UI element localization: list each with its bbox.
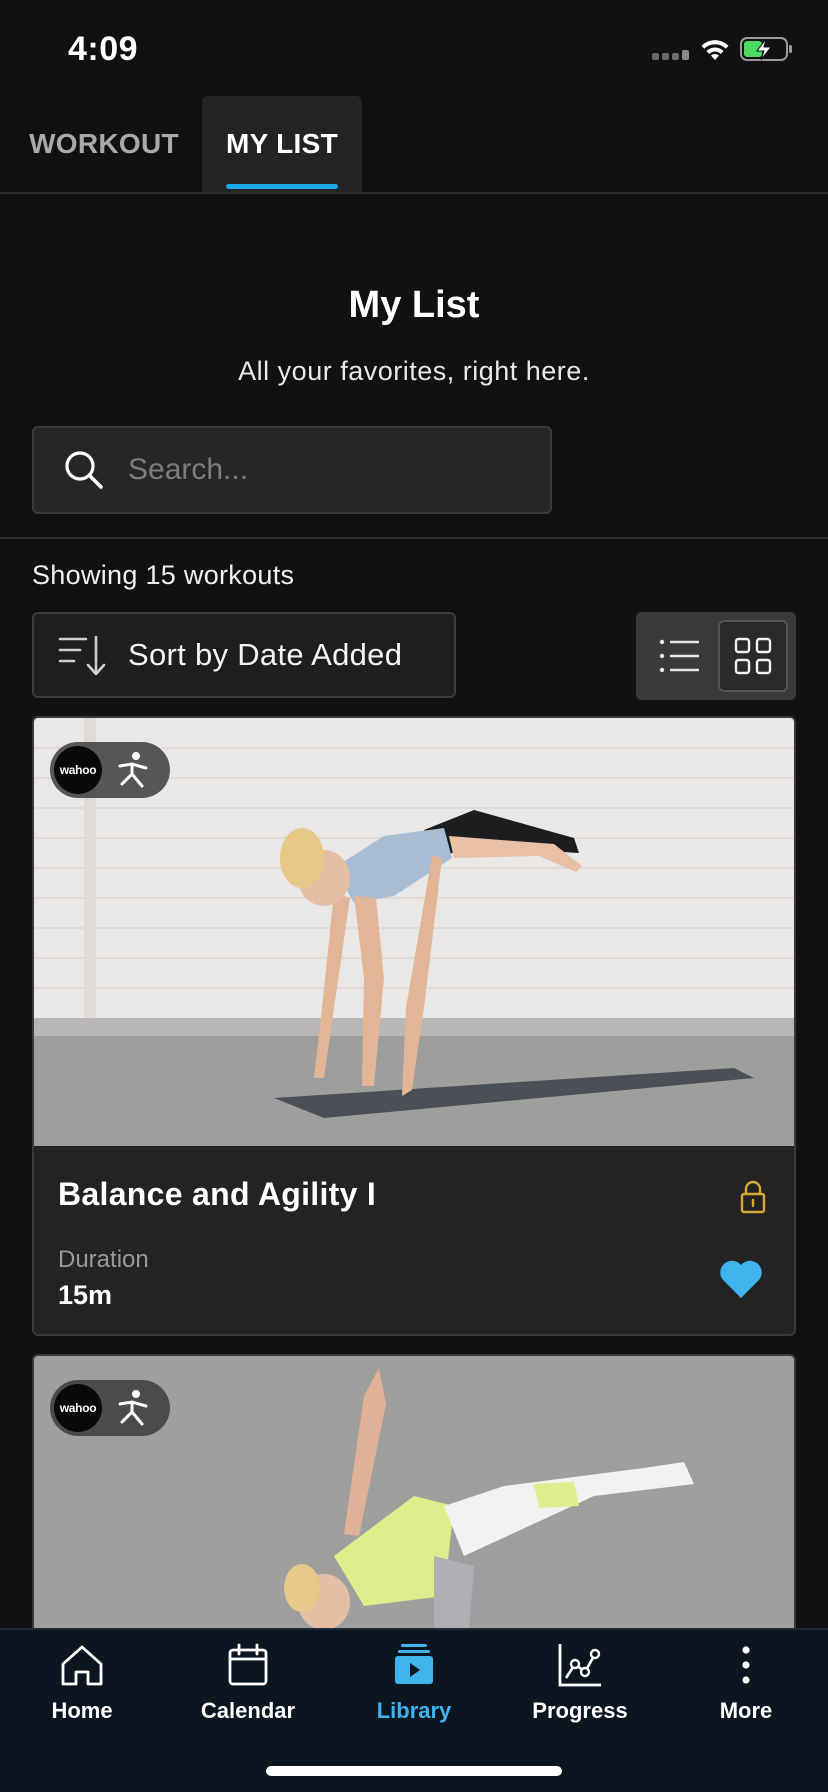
yoga-icon bbox=[118, 1390, 148, 1426]
workout-badge: wahoo bbox=[50, 1380, 170, 1436]
nav-progress[interactable]: Progress bbox=[505, 1642, 655, 1738]
more-icon bbox=[742, 1646, 750, 1684]
lock-icon bbox=[740, 1180, 766, 1214]
active-tab-indicator bbox=[226, 184, 338, 189]
grid-view-icon bbox=[734, 637, 772, 675]
search-icon bbox=[65, 451, 103, 489]
yoga-icon bbox=[118, 752, 148, 788]
tab-my-list[interactable]: MY LIST bbox=[202, 96, 362, 192]
page-subtitle: All your favorites, right here. bbox=[238, 356, 590, 386]
workout-thumbnail[interactable]: wahoo bbox=[34, 718, 794, 1146]
tab-workout[interactable]: WORKOUT bbox=[20, 96, 188, 192]
workout-badge: wahoo bbox=[50, 742, 170, 798]
page-title: My List bbox=[348, 284, 480, 326]
search-input[interactable] bbox=[128, 453, 550, 487]
calendar-icon bbox=[228, 1643, 268, 1686]
nav-label: Calendar bbox=[200, 1698, 296, 1723]
sort-descending-icon bbox=[58, 635, 106, 676]
workout-title: Balance and Agility I bbox=[58, 1176, 377, 1212]
home-indicator[interactable] bbox=[266, 1766, 562, 1776]
nav-label: Progress bbox=[532, 1698, 628, 1723]
nav-library[interactable]: Library bbox=[339, 1642, 489, 1738]
view-toggle bbox=[636, 612, 796, 700]
home-icon bbox=[61, 1645, 103, 1686]
duration-label: Duration bbox=[58, 1246, 149, 1273]
library-icon bbox=[395, 1644, 433, 1684]
wahoo-logo: wahoo bbox=[54, 1384, 102, 1432]
wahoo-logo: wahoo bbox=[54, 746, 102, 794]
divider bbox=[0, 537, 828, 539]
sort-label: Sort by Date Added bbox=[128, 637, 403, 672]
cellular-signal-icon bbox=[652, 50, 689, 60]
battery-charging-icon bbox=[740, 37, 792, 61]
sort-button[interactable]: Sort by Date Added bbox=[32, 612, 456, 698]
workout-card[interactable]: wahoo Balance and Agility I Duration 15m bbox=[32, 716, 796, 1336]
search-bar[interactable] bbox=[32, 426, 552, 514]
nav-label: More bbox=[719, 1698, 773, 1723]
progress-icon bbox=[558, 1644, 601, 1687]
list-view-button[interactable] bbox=[650, 626, 710, 686]
nav-label: Home bbox=[51, 1698, 113, 1723]
duration-value: 15m bbox=[58, 1280, 113, 1310]
list-view-icon bbox=[659, 639, 699, 673]
tab-bar: WORKOUT MY LIST bbox=[0, 96, 828, 194]
nav-calendar[interactable]: Calendar bbox=[173, 1642, 323, 1738]
grid-view-button[interactable] bbox=[718, 620, 788, 692]
status-bar: 4:09 bbox=[0, 0, 828, 96]
nav-label: Library bbox=[376, 1698, 452, 1723]
wifi-icon bbox=[701, 40, 729, 60]
nav-home[interactable]: Home bbox=[7, 1642, 157, 1738]
results-count: Showing 15 workouts bbox=[32, 560, 295, 590]
status-time: 4:09 bbox=[68, 30, 139, 68]
heart-icon[interactable] bbox=[718, 1258, 764, 1300]
nav-more[interactable]: More bbox=[671, 1642, 821, 1738]
